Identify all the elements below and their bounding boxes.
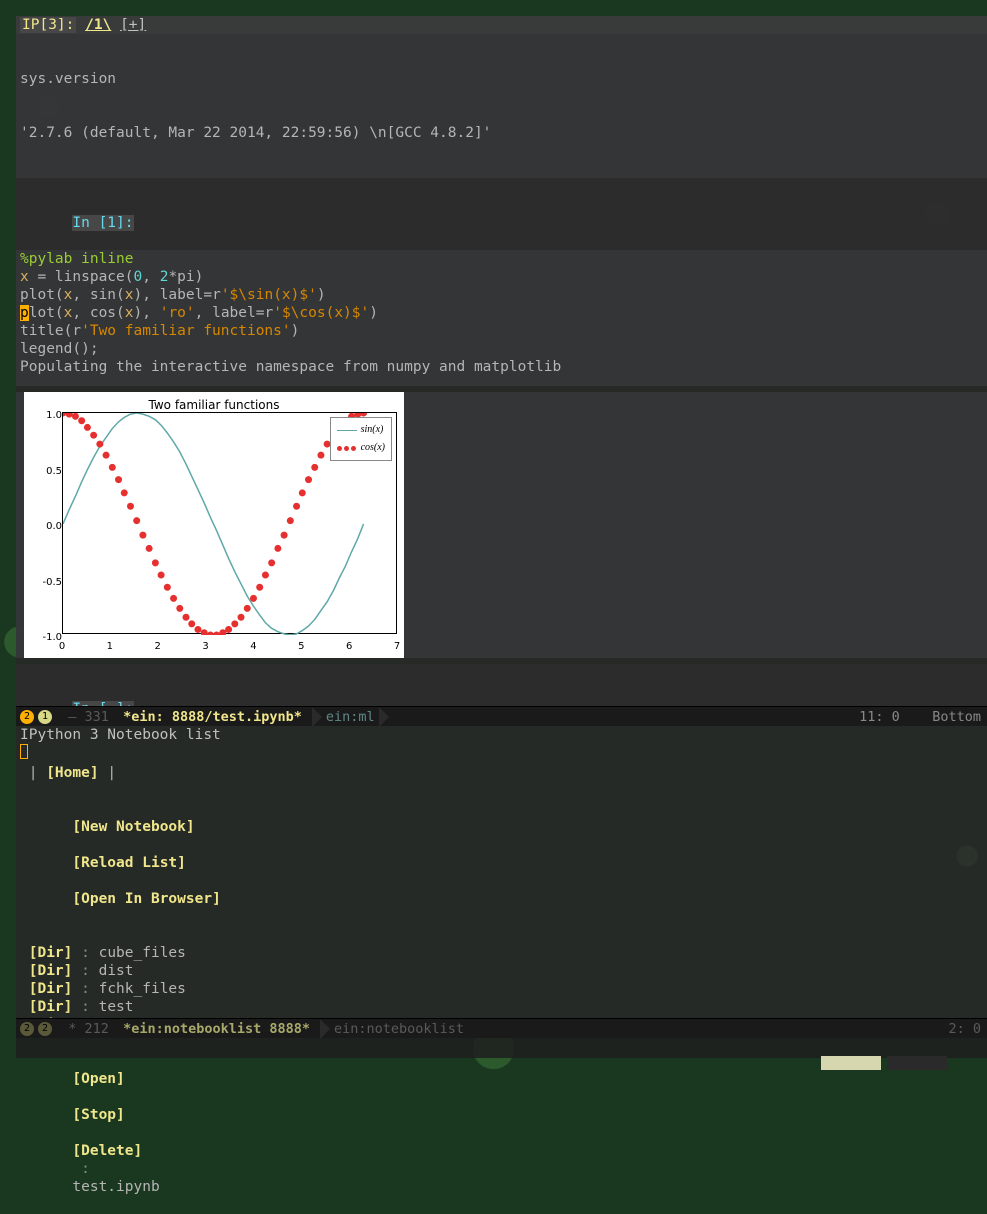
dir-tag[interactable]: [Dir]	[29, 963, 73, 979]
cursor: p	[20, 305, 29, 321]
tab-plus[interactable]: [+]	[120, 17, 146, 33]
minibuffer[interactable]	[16, 1038, 987, 1058]
cursor-pos: 2: 0	[948, 1020, 981, 1038]
list-item: [Dir] : dist	[20, 962, 983, 980]
open-in-browser-button[interactable]: [Open In Browser]	[72, 891, 220, 907]
legend-line-icon	[337, 430, 357, 431]
taskbar-item[interactable]	[821, 1056, 881, 1070]
code-line-cursor[interactable]: plot(x, cos(x), 'ro', label=r'$\cos(x)$'…	[16, 304, 987, 322]
dir-name[interactable]: cube_files	[99, 945, 186, 961]
legend: sin(x) cos(x)	[330, 417, 392, 461]
in-prompt: In [1]:	[72, 215, 133, 231]
cell-gap	[16, 178, 987, 196]
output-line: '2.7.6 (default, Mar 22 2014, 22:59:56) …	[20, 124, 983, 142]
dir-tag[interactable]: [Dir]	[29, 981, 73, 997]
chevron-right-icon	[320, 1019, 330, 1039]
code-line[interactable]: legend();	[16, 340, 987, 358]
output-sys-version: sys.version '2.7.6 (default, Mar 22 2014…	[16, 34, 987, 178]
x-tick: 4	[243, 638, 263, 656]
tab-header: IP[3]: /1\ [+]	[16, 16, 987, 34]
x-tick: 0	[52, 638, 72, 656]
x-tick: 3	[196, 638, 216, 656]
buffer-name[interactable]: *ein:notebooklist 8888*	[123, 1020, 310, 1038]
cell-gap	[16, 664, 987, 682]
notebook-list-pane[interactable]: IPython 3 Notebook list | [Home] | [New …	[16, 726, 987, 1018]
chevron-right-icon	[379, 707, 389, 727]
modeline-top: 2 1 – 331 *ein: 8888/test.ipynb* ein:ml …	[16, 706, 987, 726]
list-item: [Dir] : test	[20, 998, 983, 1016]
scroll-indicator: Bottom	[932, 709, 981, 725]
plot-axes: sin(x) cos(x)	[62, 412, 397, 634]
dir-name[interactable]: fchk_files	[99, 981, 186, 997]
new-notebook-button[interactable]: [New Notebook]	[72, 819, 194, 835]
legend-label: sin(x)	[361, 421, 384, 439]
output-line: sys.version	[20, 70, 983, 88]
x-tick: 5	[291, 638, 311, 656]
buffer-name[interactable]: *ein: 8888/test.ipynb*	[123, 708, 302, 726]
tab-current[interactable]: /1\	[85, 17, 111, 33]
home-button[interactable]: [Home]	[46, 765, 98, 781]
y-tick: 0.5	[28, 463, 62, 481]
window-badge[interactable]: 1	[38, 710, 52, 724]
legend-dots-icon	[337, 446, 357, 451]
modeline-bottom: 2 2 * 212 *ein:notebooklist 8888* ein:no…	[16, 1018, 987, 1038]
delete-button[interactable]: [Delete]	[72, 1143, 142, 1159]
workspace-badge[interactable]: 2	[20, 710, 34, 724]
taskbar	[821, 1056, 947, 1070]
stop-button[interactable]: [Stop]	[72, 1107, 124, 1123]
file-name[interactable]: test.ipynb	[72, 1179, 159, 1195]
code-line[interactable]: title(r'Two familiar functions')	[16, 322, 987, 340]
window-badge[interactable]: 2	[38, 1022, 52, 1036]
dir-name[interactable]: test	[99, 999, 134, 1015]
legend-label: cos(x)	[361, 439, 385, 457]
list-item: [Dir] : cube_files	[20, 944, 983, 962]
ip-label: IP[3]:	[20, 17, 76, 33]
plot-output: Two familiar functions sin(x) cos(x) -1.…	[16, 392, 987, 658]
dir-name[interactable]: dist	[99, 963, 134, 979]
reload-list-button[interactable]: [Reload List]	[72, 855, 186, 871]
workspace-badge[interactable]: 2	[20, 1022, 34, 1036]
x-tick: 2	[148, 638, 168, 656]
y-tick: 0.0	[28, 518, 62, 536]
matplotlib-figure: Two familiar functions sin(x) cos(x) -1.…	[24, 392, 404, 658]
breadcrumb: | [Home] |	[20, 764, 983, 782]
cursor-pos: 11: 0	[859, 709, 900, 725]
major-mode: ein:ml	[326, 708, 375, 726]
output-text: Populating the interactive namespace fro…	[16, 358, 987, 376]
x-tick: 6	[339, 638, 359, 656]
notebook-editor[interactable]: sys.version '2.7.6 (default, Mar 22 2014…	[16, 34, 987, 706]
taskbar-item[interactable]	[887, 1056, 947, 1070]
cell-1: In [1]:	[16, 196, 987, 250]
list-item: [Dir] : fchk_files	[20, 980, 983, 998]
cell-gap	[16, 376, 987, 386]
cursor-outline	[20, 744, 28, 759]
x-tick: 1	[100, 638, 120, 656]
x-tick: 7	[387, 638, 407, 656]
y-tick: 1.0	[28, 407, 62, 425]
chevron-right-icon	[312, 707, 322, 727]
open-button[interactable]: [Open]	[72, 1071, 124, 1087]
cell-empty[interactable]: In [ ]:	[16, 682, 987, 706]
nblist-title: IPython 3 Notebook list	[20, 726, 983, 744]
y-tick: -0.5	[28, 574, 62, 592]
dir-tag[interactable]: [Dir]	[29, 999, 73, 1015]
code-line[interactable]: %pylab inline	[16, 250, 987, 268]
dir-tag[interactable]: [Dir]	[29, 945, 73, 961]
code-line[interactable]: plot(x, sin(x), label=r'$\sin(x)$')	[16, 286, 987, 304]
major-mode: ein:notebooklist	[334, 1020, 464, 1038]
code-line[interactable]: x = linspace(0, 2*pi)	[16, 268, 987, 286]
